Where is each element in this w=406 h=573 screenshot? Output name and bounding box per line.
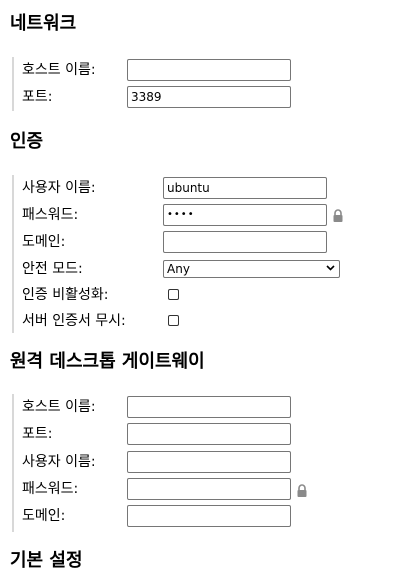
section-title-network: 네트워크 — [10, 13, 77, 34]
section-title-basic-settings: 기본 설정 — [10, 550, 83, 571]
auth-password-input[interactable]: •••• — [163, 204, 327, 226]
lock-icon — [297, 484, 307, 497]
section-title-gateway: 원격 데스크톱 게이트웨이 — [10, 351, 205, 372]
gateway-domain-label: 도메인: — [22, 508, 66, 524]
auth-domain-label: 도메인: — [22, 234, 66, 250]
gateway-username-input[interactable] — [127, 451, 291, 473]
network-group: 호스트 이름: 포트: — [12, 57, 374, 111]
network-hostname-input[interactable] — [127, 59, 291, 81]
auth-group: 사용자 이름: 패스워드: •••• 도메인: 안전 모드: Any 인증 비활… — [12, 175, 374, 333]
auth-security-mode-label: 안전 모드: — [22, 261, 83, 277]
gateway-hostname-label: 호스트 이름: — [22, 399, 96, 415]
auth-ignore-cert-label: 서버 인증서 무시: — [22, 313, 126, 329]
auth-password-label: 패스워드: — [22, 207, 79, 223]
gateway-hostname-input[interactable] — [127, 396, 291, 418]
auth-username-label: 사용자 이름: — [22, 180, 96, 196]
gateway-port-input[interactable] — [127, 423, 291, 445]
lock-icon — [333, 209, 343, 222]
network-port-input[interactable] — [127, 86, 291, 108]
network-port-label: 포트: — [22, 89, 53, 105]
auth-disable-auth-checkbox[interactable] — [168, 289, 179, 300]
auth-username-input[interactable] — [163, 177, 327, 199]
chevron-down-icon — [326, 265, 335, 271]
gateway-username-label: 사용자 이름: — [22, 454, 96, 470]
section-title-auth: 인증 — [10, 131, 44, 152]
gateway-port-label: 포트: — [22, 426, 53, 442]
auth-security-mode-select[interactable]: Any — [163, 260, 340, 278]
gateway-password-input[interactable] — [127, 478, 291, 500]
security-mode-value: Any — [167, 262, 190, 276]
gateway-password-label: 패스워드: — [22, 481, 79, 497]
auth-disable-auth-label: 인증 비활성화: — [22, 287, 109, 303]
gateway-domain-input[interactable] — [127, 505, 291, 527]
network-hostname-label: 호스트 이름: — [22, 62, 96, 78]
auth-ignore-cert-checkbox[interactable] — [168, 315, 179, 326]
auth-domain-input[interactable] — [163, 231, 327, 253]
gateway-group: 호스트 이름: 포트: 사용자 이름: 패스워드: 도메인: — [12, 394, 374, 532]
